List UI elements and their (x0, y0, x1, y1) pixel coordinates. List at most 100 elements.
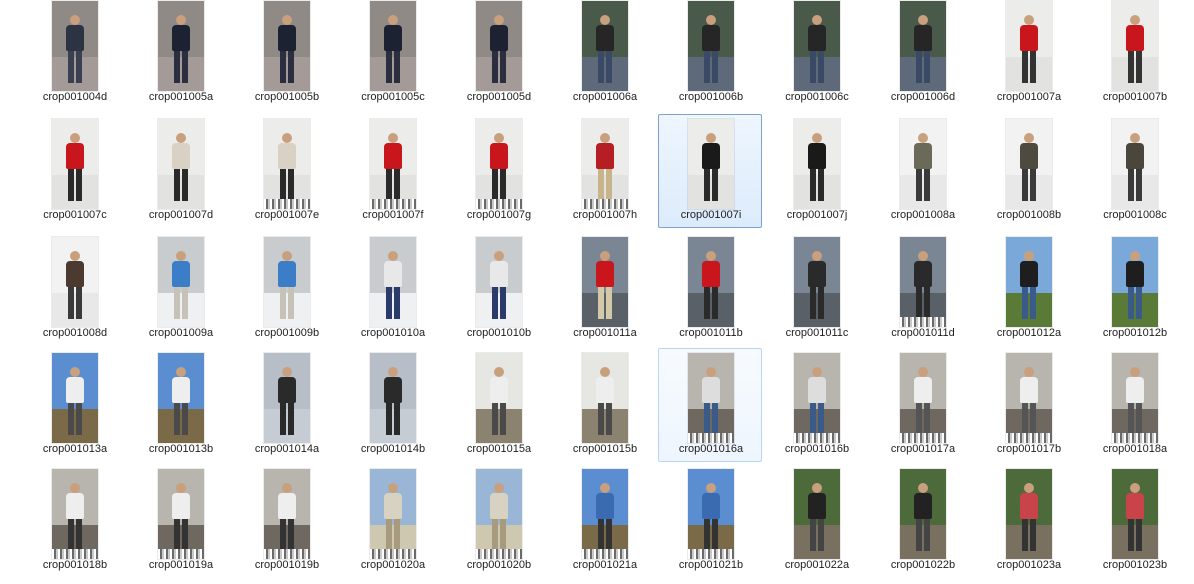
file-name-label: crop001011a (573, 327, 637, 339)
file-item[interactable]: crop001022b (870, 464, 974, 578)
file-thumbnail (52, 353, 98, 443)
file-name-label: crop001018b (42, 559, 108, 571)
file-thumbnail (476, 353, 522, 443)
file-name-label: crop001008d (42, 327, 108, 339)
file-name-label: crop001011b (679, 327, 743, 339)
file-item[interactable]: crop001007g (446, 114, 550, 228)
file-item[interactable]: crop001013b (128, 348, 232, 462)
file-thumbnail (370, 237, 416, 327)
file-item[interactable]: crop001020b (446, 464, 550, 578)
file-item[interactable]: crop001012b (1082, 232, 1186, 346)
file-item[interactable]: crop001018b (22, 464, 126, 578)
file-name-label: crop001013b (148, 443, 214, 455)
file-item[interactable]: crop001008c (1082, 114, 1186, 228)
file-name-label: crop001020a (360, 559, 426, 571)
file-item[interactable]: crop001016b (764, 348, 868, 462)
file-item[interactable]: crop001010a (340, 232, 444, 346)
file-thumbnail (900, 119, 946, 209)
file-name-label: crop001014a (254, 443, 320, 455)
file-name-label: crop001007h (572, 209, 638, 221)
file-item[interactable]: crop001005c (340, 0, 444, 110)
file-thumbnail (582, 1, 628, 91)
file-name-label: crop001010a (360, 327, 426, 339)
file-item[interactable]: crop001015a (446, 348, 550, 462)
file-item[interactable]: crop001008b (976, 114, 1080, 228)
file-name-label: crop001006c (785, 91, 849, 103)
file-thumbnail (1112, 353, 1158, 443)
file-name-label: crop001005b (254, 91, 320, 103)
file-item[interactable]: crop001007b (1082, 0, 1186, 110)
file-item[interactable]: crop001007j (764, 114, 868, 228)
file-item[interactable]: crop001022a (764, 464, 868, 578)
file-name-label: crop001016b (784, 443, 850, 455)
file-item[interactable]: crop001020a (340, 464, 444, 578)
file-item[interactable]: crop001013a (22, 348, 126, 462)
file-item[interactable]: crop001007h (552, 114, 656, 228)
file-item[interactable]: crop001007f (340, 114, 444, 228)
file-item[interactable]: crop001019b (234, 464, 338, 578)
file-name-label: crop001014b (360, 443, 426, 455)
file-thumbnail (688, 1, 734, 91)
file-item[interactable]: crop001007e (234, 114, 338, 228)
file-thumbnail (688, 353, 734, 443)
file-item[interactable]: crop001008a (870, 114, 974, 228)
file-item[interactable]: crop001006c (764, 0, 868, 110)
file-item[interactable]: crop001012a (976, 232, 1080, 346)
file-item[interactable]: crop001017b (976, 348, 1080, 462)
file-item[interactable]: crop001021b (658, 464, 762, 578)
file-name-label: crop001022b (890, 559, 956, 571)
file-item[interactable]: crop001016a (658, 348, 762, 462)
file-item[interactable]: crop001008d (22, 232, 126, 346)
file-thumbnail (264, 353, 310, 443)
file-item[interactable]: crop001021a (552, 464, 656, 578)
file-item[interactable]: crop001005d (446, 0, 550, 110)
file-name-label: crop001009a (148, 327, 214, 339)
file-item[interactable]: crop001007c (22, 114, 126, 228)
file-thumbnail (1006, 237, 1052, 327)
file-item[interactable]: crop001014a (234, 348, 338, 462)
file-item[interactable]: crop001005a (128, 0, 232, 110)
file-thumbnail (158, 469, 204, 559)
file-item[interactable]: crop001006d (870, 0, 974, 110)
file-thumbnail (52, 119, 98, 209)
file-name-label: crop001020b (466, 559, 532, 571)
file-item[interactable]: crop001006a (552, 0, 656, 110)
file-item[interactable]: crop001017a (870, 348, 974, 462)
file-item[interactable]: crop001023a (976, 464, 1080, 578)
file-item[interactable]: crop001011d (870, 232, 974, 346)
file-thumbnail (1006, 469, 1052, 559)
file-thumbnail (1112, 1, 1158, 91)
file-item[interactable]: crop001009a (128, 232, 232, 346)
file-thumbnail (582, 469, 628, 559)
file-item[interactable]: crop001006b (658, 0, 762, 110)
file-name-label: crop001007g (466, 209, 532, 221)
file-item[interactable]: crop001007i (658, 114, 762, 228)
file-item[interactable]: crop001009b (234, 232, 338, 346)
file-item[interactable]: crop001007d (128, 114, 232, 228)
file-thumbnail (1112, 119, 1158, 209)
file-thumbnail (52, 237, 98, 327)
file-thumbnail (158, 237, 204, 327)
file-item[interactable]: crop001004d (22, 0, 126, 110)
file-name-label: crop001006a (572, 91, 638, 103)
file-item[interactable]: crop001007a (976, 0, 1080, 110)
file-item[interactable]: crop001011c (764, 232, 868, 346)
file-thumbnail (900, 1, 946, 91)
file-item[interactable]: crop001018a (1082, 348, 1186, 462)
file-item[interactable]: crop001019a (128, 464, 232, 578)
file-name-label: crop001021a (572, 559, 638, 571)
file-item[interactable]: crop001015b (552, 348, 656, 462)
file-thumbnail (1112, 237, 1158, 327)
file-thumbnail (900, 237, 946, 327)
file-name-label: crop001005a (148, 91, 214, 103)
file-name-label: crop001019b (254, 559, 320, 571)
file-item[interactable]: crop001011b (658, 232, 762, 346)
file-item[interactable]: crop001023b (1082, 464, 1186, 578)
file-item[interactable]: crop001005b (234, 0, 338, 110)
file-item[interactable]: crop001010b (446, 232, 550, 346)
file-item[interactable]: crop001011a (552, 232, 656, 346)
file-name-label: crop001008c (1103, 209, 1167, 221)
file-thumbnail (794, 353, 840, 443)
file-item[interactable]: crop001014b (340, 348, 444, 462)
file-thumbnail (370, 1, 416, 91)
